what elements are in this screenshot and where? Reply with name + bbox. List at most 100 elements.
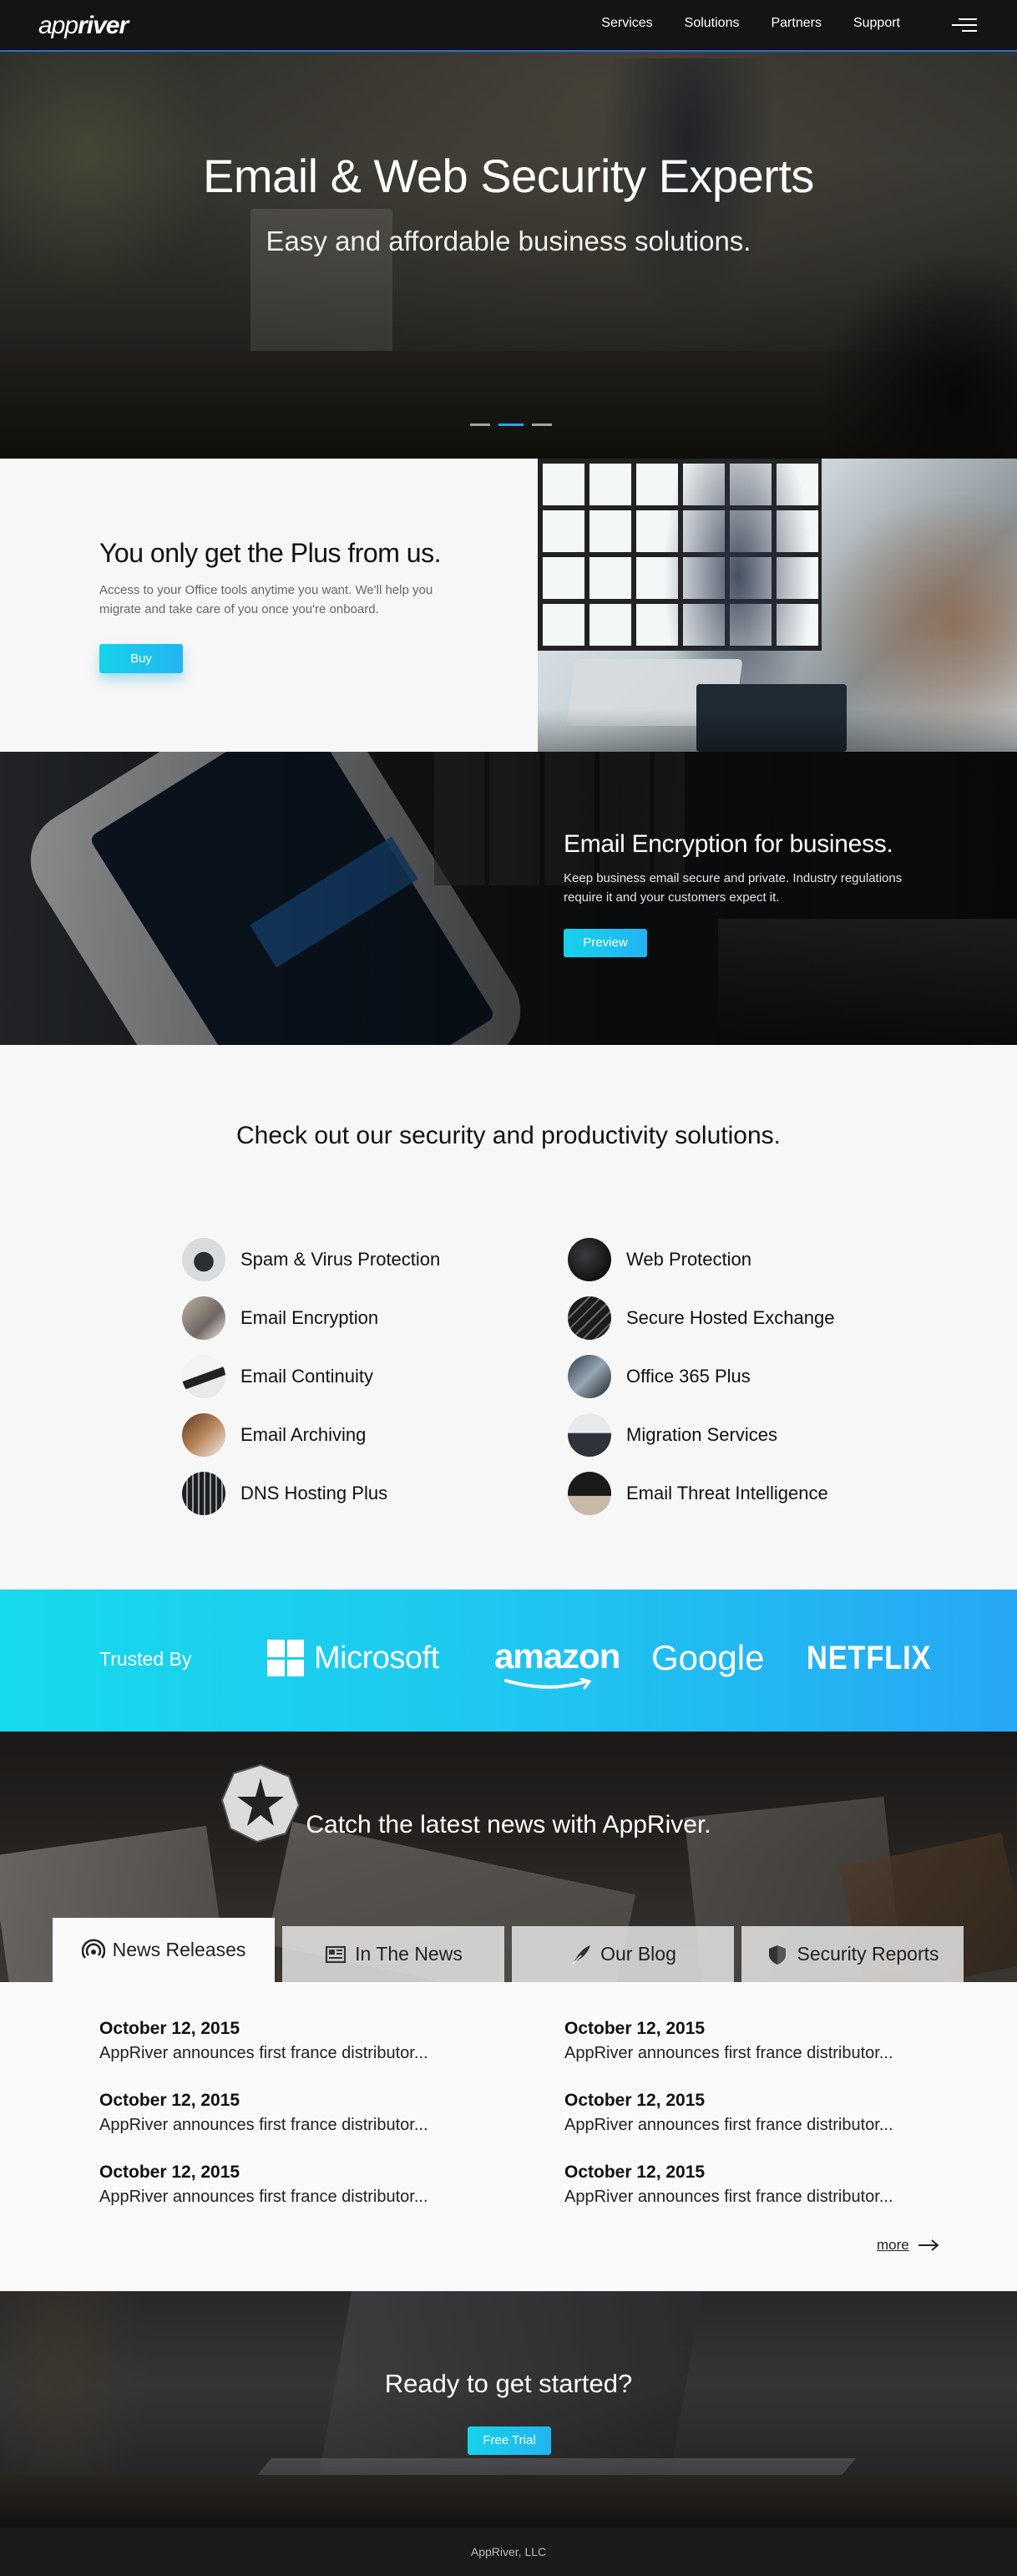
news-item[interactable]: October 12, 2015 AppRiver announces firs…: [564, 2019, 893, 2091]
solution-label: DNS Hosting Plus: [240, 1483, 388, 1504]
nav-link-services[interactable]: Services: [601, 16, 652, 31]
solution-spam-virus-protection[interactable]: Spam & Virus Protection: [182, 1230, 440, 1289]
news-date: October 12, 2015: [99, 2019, 240, 2038]
news-headline-link[interactable]: AppRiver announces first france distribu…: [564, 2044, 893, 2063]
solution-label: Spam & Virus Protection: [240, 1249, 441, 1270]
news-column-right: October 12, 2015 AppRiver announces firs…: [564, 2019, 893, 2234]
tablet-thumb-icon: [182, 1296, 225, 1340]
hands-thumb-icon: [568, 1355, 611, 1398]
solution-dns-hosting-plus[interactable]: DNS Hosting Plus: [182, 1464, 440, 1523]
footer-copyright: AppRiver, LLC: [470, 2545, 547, 2558]
news-date: October 12, 2015: [99, 2163, 240, 2182]
solution-office-365-plus[interactable]: Office 365 Plus: [568, 1347, 835, 1406]
news-date: October 12, 2015: [564, 2091, 706, 2110]
trusted-by-section: Trusted By Microsoft amazon Google NETFL…: [0, 1590, 1017, 1732]
carousel-dot-1[interactable]: [470, 423, 490, 426]
tab-label: Security Reports: [797, 1943, 939, 1965]
encryption-body: Keep business email secure and private. …: [564, 871, 903, 905]
solution-label: Email Archiving: [240, 1424, 367, 1445]
laptop-thumb-icon: [182, 1238, 225, 1281]
solution-label: Web Protection: [626, 1249, 752, 1270]
news-headline-link[interactable]: AppRiver announces first france distribu…: [99, 2188, 428, 2207]
news-tabs: News Releases In The News Our Blog Secur…: [53, 1918, 964, 1982]
microsoft-wordmark: Microsoft: [314, 1640, 439, 1676]
plus-section: You only get the Plus from us. Access to…: [0, 459, 1017, 752]
tab-security-reports[interactable]: Security Reports: [741, 1926, 964, 1982]
hero-subtitle: Easy and affordable business solutions.: [266, 226, 751, 256]
solution-migration-services[interactable]: Migration Services: [568, 1406, 835, 1464]
plus-text-block: You only get the Plus from us. Access to…: [99, 538, 450, 673]
solution-label: Migration Services: [626, 1424, 777, 1445]
solution-label: Office 365 Plus: [626, 1366, 751, 1387]
news-item[interactable]: October 12, 2015 AppRiver announces firs…: [99, 2091, 428, 2163]
desk-thumb-icon: [182, 1413, 225, 1457]
menu-icon[interactable]: [952, 18, 977, 35]
news-headline-link[interactable]: AppRiver announces first france distribu…: [564, 2188, 893, 2207]
tab-in-the-news[interactable]: In The News: [282, 1926, 504, 1982]
carousel-dot-2[interactable]: [498, 423, 524, 426]
solutions-list-left: Spam & Virus Protection Email Encryption…: [182, 1230, 440, 1523]
shield-icon: [769, 1945, 787, 1965]
logo-text-light: app: [38, 12, 78, 39]
cta-overlay: [0, 2291, 1017, 2528]
nav-link-support[interactable]: Support: [853, 16, 900, 31]
tab-our-blog[interactable]: Our Blog: [512, 1926, 734, 1982]
cta-heading: Ready to get started?: [384, 2369, 633, 2398]
solution-label: Email Threat Intelligence: [626, 1483, 828, 1504]
news-item[interactable]: October 12, 2015 AppRiver announces firs…: [564, 2163, 893, 2234]
nav-links: Services Solutions Partners Support: [569, 16, 900, 31]
news-item[interactable]: October 12, 2015 AppRiver announces firs…: [99, 2019, 428, 2091]
news-heading: Catch the latest news with AppRiver.: [306, 1811, 711, 1838]
carousel-dots: [470, 423, 552, 426]
solution-email-encryption[interactable]: Email Encryption: [182, 1289, 440, 1347]
solutions-section: Check out our security and productivity …: [0, 1045, 1017, 1590]
google-wordmark: Google: [651, 1638, 765, 1677]
solution-label: Email Continuity: [240, 1366, 373, 1387]
more-label: more: [877, 2237, 909, 2253]
plus-heading: You only get the Plus from us.: [99, 538, 441, 568]
news-headline-link[interactable]: AppRiver announces first france distribu…: [99, 2044, 428, 2063]
news-headline-link[interactable]: AppRiver announces first france distribu…: [564, 2116, 893, 2135]
news-item[interactable]: October 12, 2015 AppRiver announces firs…: [564, 2091, 893, 2163]
desk-shadow: [538, 709, 1017, 752]
amazon-wordmark: amazon: [494, 1636, 620, 1676]
encryption-text-block: Email Encryption for business. Keep busi…: [564, 830, 931, 957]
microsoft-logo: Microsoft: [267, 1640, 439, 1676]
nav-link-solutions[interactable]: Solutions: [685, 16, 740, 31]
solution-email-threat-intelligence[interactable]: Email Threat Intelligence: [568, 1464, 835, 1523]
news-date: October 12, 2015: [564, 2163, 706, 2182]
encryption-heading: Email Encryption for business.: [564, 830, 893, 858]
news-item[interactable]: October 12, 2015 AppRiver announces firs…: [99, 2163, 428, 2234]
preview-button[interactable]: Preview: [564, 929, 647, 957]
trusted-by-label: Trusted By: [99, 1648, 192, 1670]
broadcast-icon: [81, 1938, 105, 1959]
nav-link-partners[interactable]: Partners: [771, 16, 821, 31]
news-list-section: October 12, 2015 AppRiver announces firs…: [0, 1982, 1017, 2291]
tab-label: In The News: [355, 1943, 463, 1965]
microsoft-windows-icon: [267, 1640, 304, 1676]
solution-web-protection[interactable]: Web Protection: [568, 1230, 835, 1289]
solution-secure-hosted-exchange[interactable]: Secure Hosted Exchange: [568, 1289, 835, 1347]
footer: AppRiver, LLC: [0, 2528, 1017, 2576]
news-headline-link[interactable]: AppRiver announces first france distribu…: [99, 2116, 428, 2135]
solution-email-archiving[interactable]: Email Archiving: [182, 1406, 440, 1464]
news-date: October 12, 2015: [564, 2019, 706, 2038]
hero-section: Email & Web Security Experts Easy and af…: [0, 0, 1017, 459]
carousel-dot-3[interactable]: [532, 423, 552, 426]
netflix-wordmark: NETFLIX: [807, 1640, 932, 1676]
keyboard-thumb-icon: [182, 1355, 225, 1398]
laptop-dark-thumb-icon: [568, 1472, 611, 1515]
buy-button[interactable]: Buy: [99, 644, 183, 673]
news-column-left: October 12, 2015 AppRiver announces firs…: [99, 2019, 428, 2234]
tab-label: Our Blog: [600, 1943, 676, 1965]
free-trial-button[interactable]: Free Trial: [468, 2426, 551, 2455]
tab-label: News Releases: [112, 1939, 246, 1960]
tab-news-releases[interactable]: News Releases: [53, 1918, 275, 1982]
appriver-logo[interactable]: appriver: [38, 12, 129, 40]
solution-email-continuity[interactable]: Email Continuity: [182, 1347, 440, 1406]
solution-label: Secure Hosted Exchange: [626, 1307, 835, 1328]
solution-label: Email Encryption: [240, 1307, 379, 1328]
amazon-logo: amazon: [494, 1636, 620, 1690]
news-date: October 12, 2015: [99, 2091, 240, 2110]
more-link[interactable]: more: [877, 2237, 939, 2254]
